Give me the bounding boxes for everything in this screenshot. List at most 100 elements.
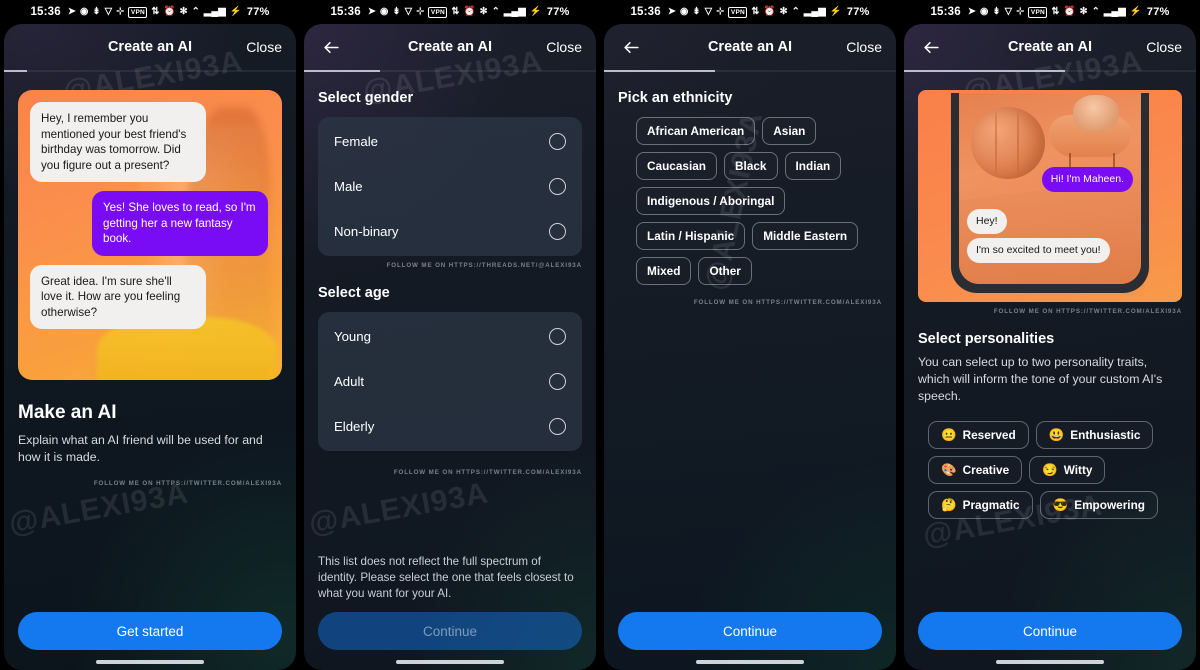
bluetooth-share-icon: ⊹: [1016, 6, 1025, 18]
close-button[interactable]: Close: [546, 39, 582, 55]
shield-icon: ◉: [680, 6, 689, 18]
shield-icon: ◉: [980, 6, 989, 18]
personality-chip-enthusiastic[interactable]: 😃 Enthusiastic: [1035, 421, 1154, 449]
ethnicity-chip[interactable]: Black: [724, 152, 778, 180]
close-button[interactable]: Close: [846, 39, 882, 55]
bluetooth-icon: ✻: [479, 6, 488, 18]
cat-art: [1073, 95, 1119, 131]
gender-option-male[interactable]: Male: [318, 164, 582, 209]
sync-icon: ⇅: [151, 6, 160, 18]
arrow-left-icon: [923, 41, 939, 53]
back-button[interactable]: [318, 34, 344, 60]
ethnicity-chip[interactable]: Latin / Hispanic: [636, 222, 746, 250]
chip-label: Reserved: [962, 428, 1016, 442]
chip-label: Enthusiastic: [1070, 428, 1141, 442]
ethnicity-chip-list: African American Asian Caucasian Black I…: [618, 117, 882, 285]
vpn-icon: VPN: [728, 6, 748, 18]
age-option-elderly[interactable]: Elderly: [318, 404, 582, 449]
phone-body: @ALEXI93A Create an AI Close Pick an eth…: [604, 24, 896, 670]
status-bar: 15:36 ➤ ◉ ⇟ ▽ ⊹ VPN ⇅ ⏰ ✻ ⌃ ▂▄▆ ⚡ 77%: [0, 0, 300, 24]
radio-button[interactable]: [549, 328, 566, 345]
phone-body: @ALEXI93A @ALEXI93A Create an AI Close H…: [4, 24, 296, 670]
nav-bar: Create an AI Close: [4, 24, 296, 70]
screenshot-strip: 15:36 ➤ ◉ ⇟ ▽ ⊹ VPN ⇅ ⏰ ✻ ⌃ ▂▄▆ ⚡ 77% @A…: [0, 0, 1200, 670]
continue-button[interactable]: Continue: [318, 612, 582, 650]
download-icon: ⇟: [692, 6, 701, 18]
cast-icon: ▽: [404, 6, 413, 18]
back-button[interactable]: [918, 34, 944, 60]
phone-body: @ALEXI93A @ALEXI93A Create an AI Close H…: [904, 24, 1196, 670]
bluetooth-icon: ✻: [779, 6, 788, 18]
neutral-face-icon: 😐: [941, 427, 957, 442]
age-option-young[interactable]: Young: [318, 314, 582, 359]
status-time: 15:36: [30, 6, 61, 18]
chat-bubble: I'm so excited to meet you!: [967, 238, 1110, 263]
phone-frame: Hi! I'm Maheen. Hey! I'm so excited to m…: [951, 93, 1149, 293]
continue-button[interactable]: Continue: [918, 612, 1182, 650]
ethnicity-chip[interactable]: African American: [636, 117, 756, 145]
sync-icon: ⇅: [1051, 6, 1060, 18]
nav-bar: Create an AI Close: [904, 24, 1196, 70]
personality-chip-reserved[interactable]: 😐 Reserved: [928, 421, 1029, 449]
status-bar: 15:36 ➤ ◉ ⇟ ▽ ⊹ VPN ⇅ ⏰ ✻ ⌃ ▂▄▆ ⚡ 77%: [600, 0, 900, 24]
hero-phone-mockup-image: Hi! I'm Maheen. Hey! I'm so excited to m…: [918, 90, 1182, 302]
close-button[interactable]: Close: [1146, 39, 1182, 55]
get-started-button[interactable]: Get started: [18, 612, 282, 650]
home-indicator: [96, 660, 204, 664]
progress-track: [604, 70, 896, 72]
cast-icon: ▽: [704, 6, 713, 18]
back-button[interactable]: [618, 34, 644, 60]
home-indicator: [996, 660, 1104, 664]
section-subtitle: Explain what an AI friend will be used f…: [18, 433, 263, 464]
chat-bubble: Hey!: [967, 209, 1007, 234]
signal-icon: ▂▄▆: [1103, 6, 1126, 18]
ethnicity-chip[interactable]: Other: [698, 257, 752, 285]
alarm-icon: ⏰: [163, 6, 176, 18]
option-label: Male: [334, 179, 363, 194]
status-time: 15:36: [930, 6, 961, 18]
progress-fill: [904, 70, 1065, 72]
personality-chip-creative[interactable]: 🎨 Creative: [928, 456, 1023, 484]
chat-bubble: Yes! She loves to read, so I'm getting h…: [92, 191, 268, 256]
phone-body: @ALEXI93A @ALEXI93A Create an AI Close S…: [304, 24, 596, 670]
ethnicity-chip[interactable]: Middle Eastern: [752, 222, 859, 250]
ethnicity-chip[interactable]: Indian: [784, 152, 842, 180]
location-icon: ➤: [967, 6, 977, 18]
cta-container: Continue: [618, 612, 882, 650]
personality-chip-pragmatic[interactable]: 🤔 Pragmatic: [928, 491, 1033, 519]
option-label: Young: [334, 329, 371, 344]
gender-option-non-binary[interactable]: Non-binary: [318, 209, 582, 254]
bluetooth-share-icon: ⊹: [416, 6, 425, 18]
ethnicity-chip[interactable]: Asian: [762, 117, 817, 145]
vpn-icon: VPN: [128, 6, 148, 18]
radio-button[interactable]: [549, 223, 566, 240]
personality-chip-witty[interactable]: 😏 Witty: [1029, 456, 1106, 484]
screen-select-gender-age: 15:36 ➤ ◉ ⇟ ▽ ⊹ VPN ⇅ ⏰ ✻ ⌃ ▂▄▆ ⚡ 77% @A…: [300, 0, 600, 670]
chat-bubble: Hi! I'm Maheen.: [1041, 167, 1133, 192]
progress-track: [904, 70, 1196, 72]
chip-label: Witty: [1063, 463, 1093, 477]
charging-icon: ⚡: [529, 6, 542, 18]
progress-track: [4, 70, 296, 72]
age-option-adult[interactable]: Adult: [318, 359, 582, 404]
ethnicity-chip[interactable]: Mixed: [636, 257, 692, 285]
continue-button[interactable]: Continue: [618, 612, 882, 650]
personality-chip-empowering[interactable]: 😎 Empowering: [1039, 491, 1158, 519]
cast-icon: ▽: [1004, 6, 1013, 18]
radio-button[interactable]: [549, 178, 566, 195]
radio-button[interactable]: [549, 373, 566, 390]
screen-content: Pick an ethnicity African American Asian…: [604, 90, 896, 670]
vpn-icon: VPN: [1028, 6, 1048, 18]
ethnicity-chip[interactable]: Caucasian: [636, 152, 718, 180]
radio-button[interactable]: [549, 133, 566, 150]
status-time: 15:36: [630, 6, 661, 18]
close-button[interactable]: Close: [246, 39, 282, 55]
screen-content: Hey, I remember you mentioned your best …: [4, 90, 296, 670]
cta-container: Continue: [918, 612, 1182, 650]
ethnicity-chip[interactable]: Indigenous / Aboringal: [636, 187, 786, 215]
gender-option-female[interactable]: Female: [318, 119, 582, 164]
battery-level: 77%: [1146, 6, 1170, 18]
radio-button[interactable]: [549, 418, 566, 435]
bluetooth-share-icon: ⊹: [716, 6, 725, 18]
download-icon: ⇟: [992, 6, 1001, 18]
